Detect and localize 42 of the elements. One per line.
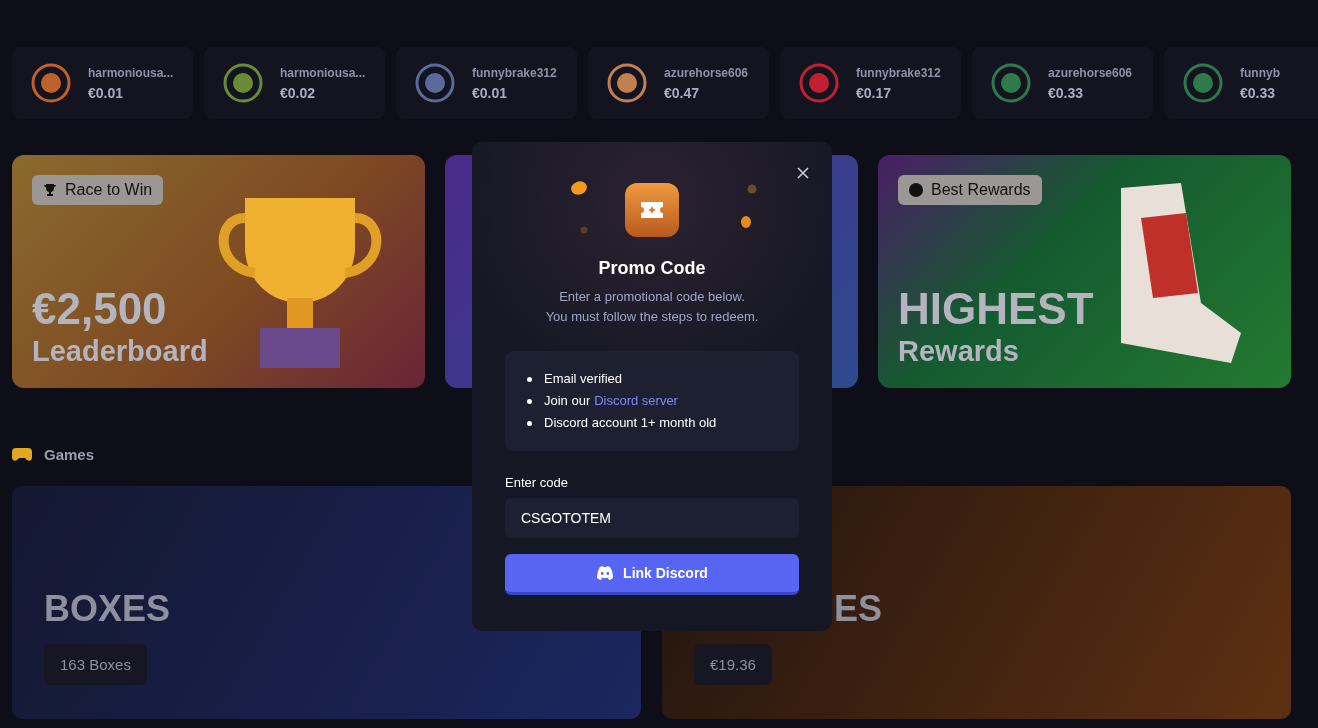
banner-tag: Race to Win — [32, 175, 164, 205]
game-count: 163 Boxes — [44, 644, 147, 685]
username: funnyb — [1240, 65, 1280, 80]
code-input-field[interactable]: CSGOTOTEM — [505, 498, 799, 538]
drop-card[interactable]: harmoniousa... €0.02 — [204, 47, 385, 119]
drop-card[interactable]: funnybrake312 €0.17 — [780, 47, 961, 119]
section-heading: Games — [44, 445, 95, 463]
item-price: €0.02 — [280, 84, 317, 101]
promo-banner[interactable]: Best Rewards HIGHEST Rewards — [878, 155, 1291, 388]
item-price: €0.01 — [88, 84, 125, 101]
banner-subline: Leaderboard — [32, 335, 208, 368]
banner-tag: Best Rewards — [898, 175, 1042, 205]
drop-card[interactable]: harmoniousa... €0.01 — [12, 47, 193, 119]
requirement-text: Email verified — [544, 371, 623, 387]
item-price: €0.33 — [1048, 84, 1085, 101]
banner-subline: Rewards — [898, 335, 1019, 368]
game-title: ES — [834, 588, 883, 630]
drop-card[interactable]: funnyb €0.33 — [1164, 47, 1318, 119]
username: azurehorse606 — [1048, 65, 1133, 80]
game-count: €19.36 — [694, 644, 772, 685]
dialog-title: Promo Code — [597, 258, 707, 279]
drop-card[interactable]: azurehorse606 €0.47 — [588, 47, 769, 119]
banner-headline: €2,500 — [32, 287, 167, 331]
link-discord-button[interactable]: Link Discord — [505, 554, 799, 595]
item-price: €0.17 — [856, 84, 893, 101]
promo-banner[interactable]: Race to Win €2,500 Leaderboard — [12, 155, 425, 388]
item-price: €0.47 — [664, 84, 701, 101]
username: funnybrake312 — [856, 65, 941, 80]
requirement-text: Join our Discord server — [544, 393, 678, 409]
dialog-description: Enter a promotional code below. You must follow the steps to redeem. — [544, 288, 760, 326]
item-price: €0.33 — [1240, 84, 1277, 101]
requirement-text: Discord account 1+ month old — [544, 415, 717, 431]
game-title: BOXES — [44, 588, 171, 630]
username: azurehorse606 — [664, 65, 749, 80]
username: harmoniousa... — [280, 65, 366, 80]
drop-card[interactable]: azurehorse606 €0.33 — [972, 47, 1153, 119]
item-price: €0.01 — [472, 84, 509, 101]
drop-card[interactable]: funnybrake312 €0.01 — [396, 47, 577, 119]
username: harmoniousa... — [88, 65, 174, 80]
discord-server-link[interactable]: Discord server — [594, 393, 678, 408]
username: funnybrake312 — [472, 65, 557, 80]
banner-headline: HIGHEST — [898, 287, 1094, 331]
